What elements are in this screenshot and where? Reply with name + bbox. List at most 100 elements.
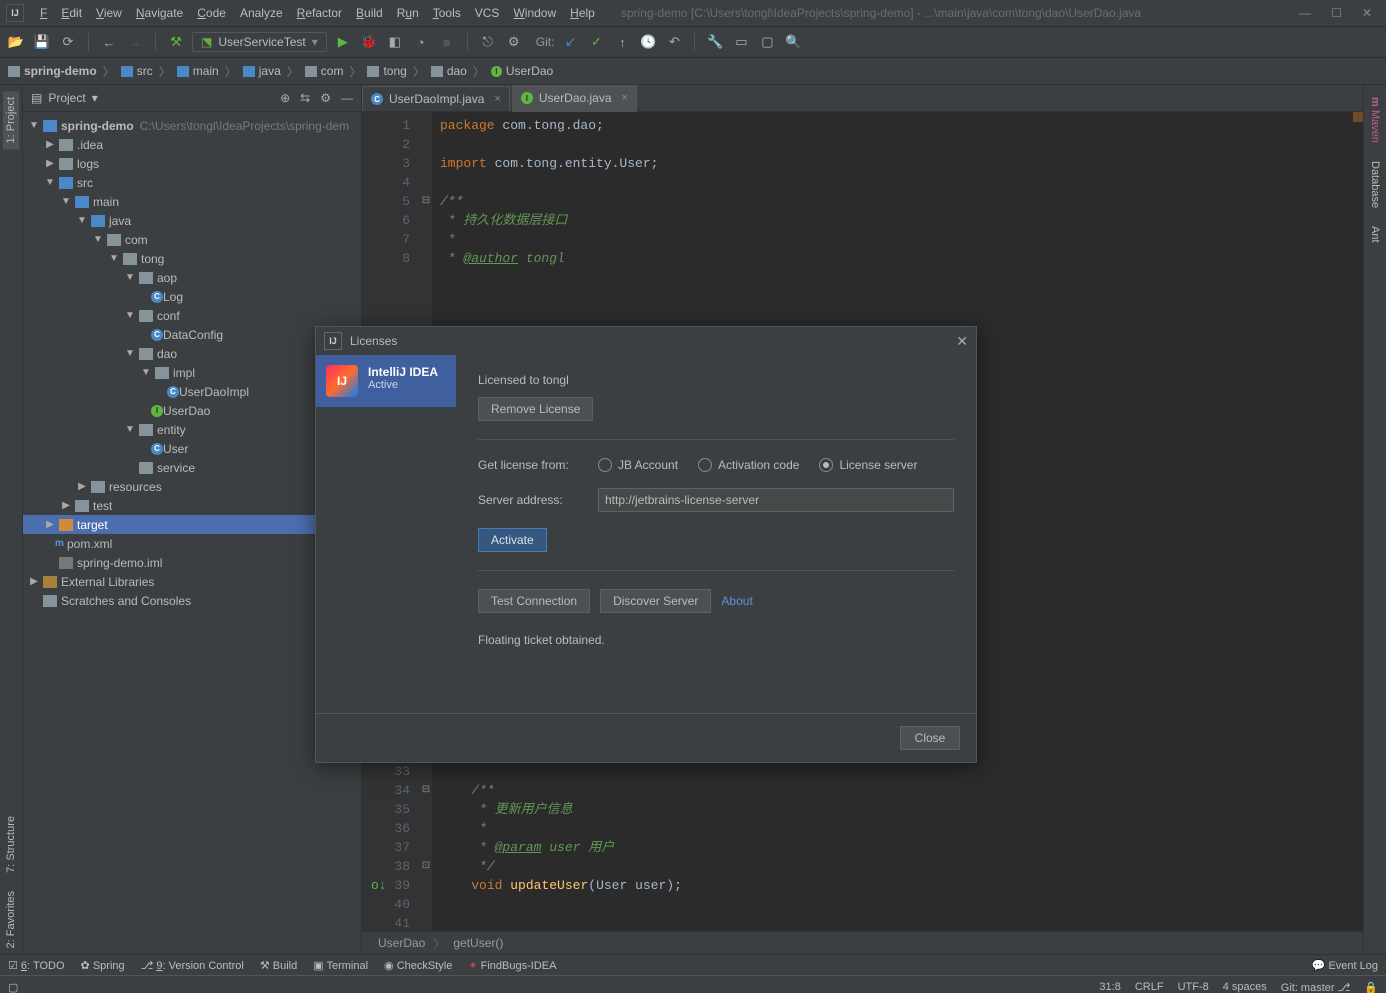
- wrench-icon[interactable]: 🔧: [705, 32, 725, 52]
- breadcrumb-item[interactable]: spring-demo: [8, 64, 97, 78]
- discover-server-button[interactable]: Discover Server: [600, 589, 711, 613]
- run-icon[interactable]: ▶: [333, 32, 353, 52]
- tree-row[interactable]: mpom.xml: [23, 534, 361, 553]
- menu-file[interactable]: F: [34, 3, 53, 23]
- tree-row[interactable]: ▼conf: [23, 306, 361, 325]
- hide-panel-icon[interactable]: —: [341, 91, 353, 105]
- tool-terminal[interactable]: ▣ Terminal: [313, 959, 368, 972]
- test-connection-button[interactable]: Test Connection: [478, 589, 590, 613]
- crumb-item[interactable]: UserDao: [378, 936, 425, 950]
- crumb-item[interactable]: getUser(): [453, 936, 503, 950]
- menu-tools[interactable]: Tools: [427, 3, 467, 23]
- tree-row[interactable]: CUserDaoImpl: [23, 382, 361, 401]
- lock-icon[interactable]: 🔒: [1364, 981, 1378, 993]
- tool-build[interactable]: ⚒ Build: [260, 959, 297, 972]
- rail-ant[interactable]: Ant: [1367, 220, 1383, 249]
- gear-icon[interactable]: ⚙: [504, 32, 524, 52]
- build-icon[interactable]: ⚒: [166, 32, 186, 52]
- close-window-icon[interactable]: ✕: [1362, 6, 1372, 20]
- screen-icon[interactable]: ▢: [757, 32, 777, 52]
- tool-eventlog[interactable]: 💬 Event Log: [1312, 959, 1378, 972]
- tree-row[interactable]: ▼aop: [23, 268, 361, 287]
- tree-row[interactable]: service: [23, 458, 361, 477]
- panel-gear-icon[interactable]: ⚙: [320, 91, 331, 105]
- search-icon[interactable]: 🔍: [783, 32, 803, 52]
- rail-maven[interactable]: m Maven: [1367, 91, 1383, 149]
- maximize-icon[interactable]: ☐: [1331, 6, 1342, 20]
- tree-row[interactable]: IUserDao: [23, 401, 361, 420]
- git-update-icon[interactable]: ↙: [560, 32, 580, 52]
- tree-row[interactable]: CLog: [23, 287, 361, 306]
- line-separator[interactable]: CRLF: [1135, 981, 1164, 993]
- menu-view[interactable]: View: [90, 3, 128, 23]
- breadcrumb-item[interactable]: com: [305, 64, 344, 78]
- collapse-icon[interactable]: ⇆: [300, 91, 310, 105]
- close-button[interactable]: Close: [900, 726, 960, 750]
- breadcrumb-item[interactable]: IUserDao: [491, 64, 553, 78]
- tree-row[interactable]: CUser: [23, 439, 361, 458]
- panel-title[interactable]: ▤ Project ▾: [31, 91, 98, 105]
- forward-icon[interactable]: →: [125, 32, 145, 52]
- tree-row[interactable]: ▼entity: [23, 420, 361, 439]
- back-icon[interactable]: ←: [99, 32, 119, 52]
- indent-info[interactable]: 4 spaces: [1223, 981, 1267, 993]
- breadcrumb-item[interactable]: main: [177, 64, 219, 78]
- product-card[interactable]: IJ IntelliJ IDEA Active: [316, 355, 456, 407]
- caret-position[interactable]: 31:8: [1099, 981, 1120, 993]
- activate-button[interactable]: Activate: [478, 528, 547, 552]
- rail-favorites[interactable]: 2: Favorites: [3, 885, 19, 954]
- run-config-select[interactable]: ⬔ UserServiceTest ▾: [192, 32, 327, 52]
- server-address-input[interactable]: [598, 488, 954, 512]
- git-push-icon[interactable]: ↑: [612, 32, 632, 52]
- open-icon[interactable]: 📂: [6, 32, 26, 52]
- tree-row[interactable]: ▼tong: [23, 249, 361, 268]
- tree-row[interactable]: ▼java: [23, 211, 361, 230]
- tree-row[interactable]: ▶test: [23, 496, 361, 515]
- close-icon[interactable]: ×: [494, 93, 500, 105]
- radio-license-server[interactable]: License server: [819, 458, 917, 472]
- tool-vcs[interactable]: ⎇ 9: Version Control: [141, 959, 244, 972]
- tree-row[interactable]: CDataConfig: [23, 325, 361, 344]
- file-encoding[interactable]: UTF-8: [1178, 981, 1209, 993]
- folders-icon[interactable]: ▭: [731, 32, 751, 52]
- breadcrumb-item[interactable]: src: [121, 64, 153, 78]
- git-branch[interactable]: Git: master ⎇: [1281, 981, 1351, 993]
- menu-help[interactable]: Help: [564, 3, 601, 23]
- tree-row[interactable]: ▼impl: [23, 363, 361, 382]
- git-history-icon[interactable]: 🕓: [638, 32, 658, 52]
- tree-row[interactable]: ▼com: [23, 230, 361, 249]
- attach-icon[interactable]: ⎋: [478, 32, 498, 52]
- radio-jb-account[interactable]: JB Account: [598, 458, 678, 472]
- tree-row[interactable]: ▶resources: [23, 477, 361, 496]
- minimize-icon[interactable]: —: [1299, 6, 1311, 20]
- rail-database[interactable]: Database: [1367, 155, 1383, 214]
- tree-row[interactable]: spring-demo.iml: [23, 553, 361, 572]
- tool-checkstyle[interactable]: ◉ CheckStyle: [384, 959, 452, 972]
- profile-icon[interactable]: ◔: [411, 32, 431, 52]
- breadcrumb-item[interactable]: dao: [431, 64, 467, 78]
- git-revert-icon[interactable]: ↶: [664, 32, 684, 52]
- breadcrumb-item[interactable]: tong: [367, 64, 406, 78]
- radio-activation-code[interactable]: Activation code: [698, 458, 799, 472]
- menu-code[interactable]: Code: [191, 3, 232, 23]
- code-editor[interactable]: o↓ 32333435363738o↓ 394041 ⊟⊡ User getUs…: [362, 739, 1363, 931]
- menu-vcs[interactable]: VCS: [469, 3, 506, 23]
- tree-row[interactable]: ▶External Libraries: [23, 572, 361, 591]
- menu-window[interactable]: Window: [507, 3, 562, 23]
- sync-icon[interactable]: ⟳: [58, 32, 78, 52]
- tree-row[interactable]: ▼src: [23, 173, 361, 192]
- editor-tab[interactable]: IUserDao.java×: [512, 85, 637, 112]
- project-tree[interactable]: ▼spring-demoC:\Users\tongl\IdeaProjects\…: [23, 112, 361, 954]
- tree-row[interactable]: ▼spring-demoC:\Users\tongl\IdeaProjects\…: [23, 116, 361, 135]
- close-icon[interactable]: ×: [622, 92, 628, 104]
- tree-row[interactable]: ▶target: [23, 515, 361, 534]
- menu-analyze[interactable]: Analyze: [234, 3, 289, 23]
- rail-structure[interactable]: 7: Structure: [3, 810, 19, 879]
- tree-row[interactable]: Scratches and Consoles: [23, 591, 361, 610]
- menu-run[interactable]: Run: [391, 3, 425, 23]
- tool-findbugs[interactable]: ✶ FindBugs-IDEA: [468, 959, 556, 972]
- menu-build[interactable]: Build: [350, 3, 389, 23]
- status-home-icon[interactable]: ▢: [8, 981, 18, 993]
- tree-row[interactable]: ▼dao: [23, 344, 361, 363]
- menu-refactor[interactable]: Refactor: [291, 3, 348, 23]
